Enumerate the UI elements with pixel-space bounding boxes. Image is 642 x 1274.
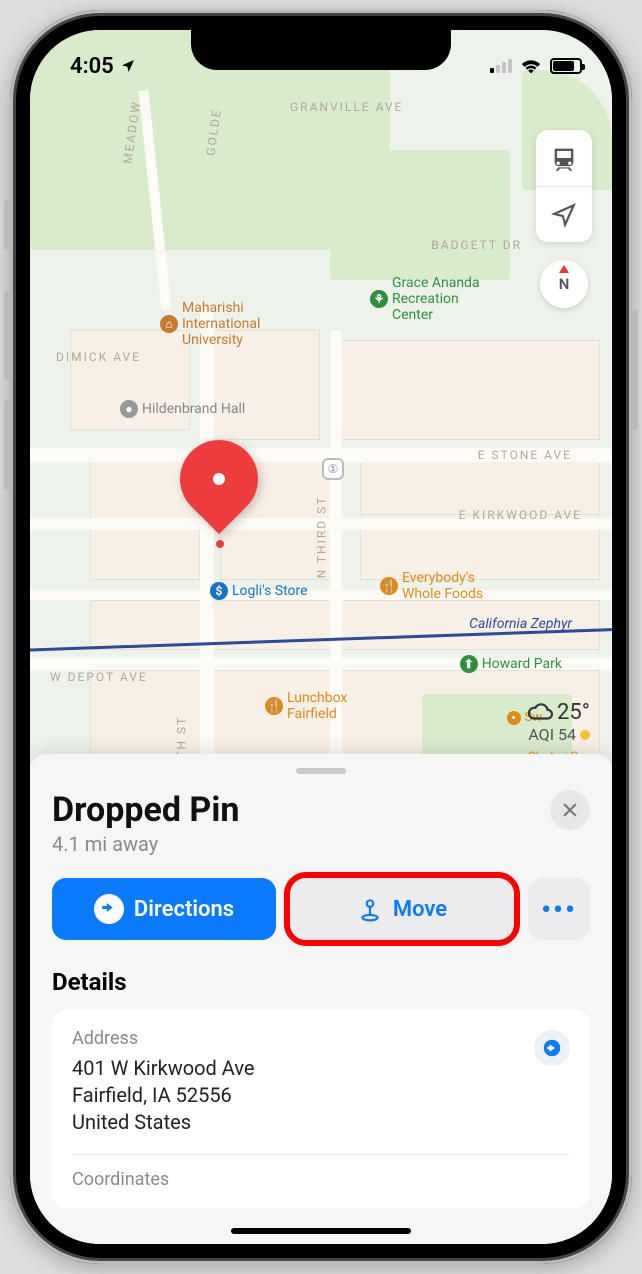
home-indicator[interactable]	[231, 1228, 411, 1234]
directions-button[interactable]: Directions	[52, 878, 276, 940]
address-line2: Fairfield, IA 52556	[72, 1082, 570, 1109]
address-directions-button[interactable]	[534, 1030, 570, 1066]
close-icon	[561, 801, 579, 819]
wifi-icon	[520, 58, 542, 74]
road-granville: GRANVILLE AVE	[290, 100, 403, 114]
poi-hildenbrand[interactable]: ● Hildenbrand Hall	[120, 400, 245, 418]
poi-miu[interactable]: ⌂ Maharishi International University	[160, 300, 260, 348]
address-card: Address 401 W Kirkwood Ave Fairfield, IA…	[52, 1010, 590, 1208]
road-dimick: DIMICK AVE	[56, 350, 141, 364]
place-sheet: Dropped Pin 4.1 mi away Directions	[30, 754, 612, 1244]
location-services-icon	[120, 58, 136, 74]
aqi-dot	[580, 730, 590, 740]
weather-chip[interactable]: 25° AQI 54	[527, 699, 590, 744]
dropped-pin-dot	[216, 540, 224, 548]
details-heading: Details	[52, 968, 590, 996]
address-label: Address	[72, 1028, 570, 1049]
directions-icon	[94, 894, 124, 924]
poi-howard[interactable]: ⬆ Howard Park	[460, 655, 562, 673]
close-button[interactable]	[550, 790, 590, 830]
road-estone: E STONE AVE	[478, 448, 572, 462]
road-badgett: BADGETT DR	[431, 238, 522, 252]
battery-icon	[550, 58, 582, 74]
coordinates-label: Coordinates	[72, 1154, 570, 1190]
map-controls	[536, 130, 592, 242]
sheet-grabber[interactable]	[296, 768, 346, 774]
locate-button[interactable]	[536, 186, 592, 242]
road-ekirkwood: E KIRKWOOD AVE	[459, 508, 582, 522]
status-time: 4:05	[70, 54, 114, 79]
poi-logli[interactable]: $ Logli's Store	[210, 582, 308, 600]
cloud-icon	[527, 699, 553, 725]
move-button[interactable]: Move	[290, 878, 514, 940]
sheet-title: Dropped Pin	[52, 790, 239, 830]
move-pin-icon	[357, 896, 383, 922]
poi-grace[interactable]: ⚘ Grace Ananda Recreation Center	[370, 275, 480, 323]
poi-lunchbox[interactable]: 🍴 Lunchbox Fairfield	[265, 690, 347, 722]
address-line1: 401 W Kirkwood Ave	[72, 1055, 570, 1082]
rail-label: California Zephyr	[469, 616, 572, 632]
transit-button[interactable]	[536, 130, 592, 186]
address-line3: United States	[72, 1109, 570, 1136]
sheet-subtitle: 4.1 mi away	[52, 832, 239, 856]
unknown-marker: ①	[322, 458, 344, 480]
road-nthird: N THIRD ST	[314, 496, 328, 579]
more-button[interactable]: •••	[528, 878, 590, 940]
poi-everybody[interactable]: 🍴 Everybody's Whole Foods	[380, 570, 483, 602]
cellular-icon	[490, 59, 512, 73]
compass-button[interactable]: N	[540, 260, 588, 308]
arrow-icon	[543, 1039, 561, 1057]
road-wdepot: W DEPOT AVE	[50, 670, 148, 684]
